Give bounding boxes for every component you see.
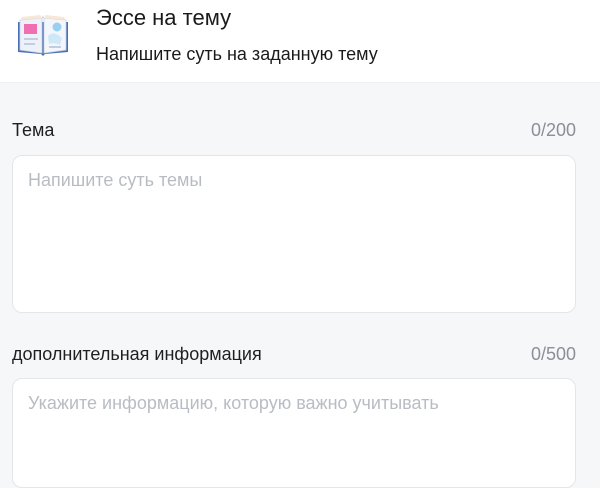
topic-label: Тема [12,120,55,140]
additional-info-char-counter: 0/500 [530,344,576,364]
page-title: Эссе на тему [96,5,232,30]
topic-input[interactable] [12,155,576,313]
page-subtitle: Напишите суть на заданную тему [96,44,378,64]
page-header: Эссе на тему Напишите суть на заданную т… [0,0,600,83]
topic-char-counter: 0/200 [530,120,576,140]
open-book-icon [18,15,68,56]
additional-info-label: дополнительная информация [12,344,262,364]
additional-info-input[interactable] [12,378,576,488]
